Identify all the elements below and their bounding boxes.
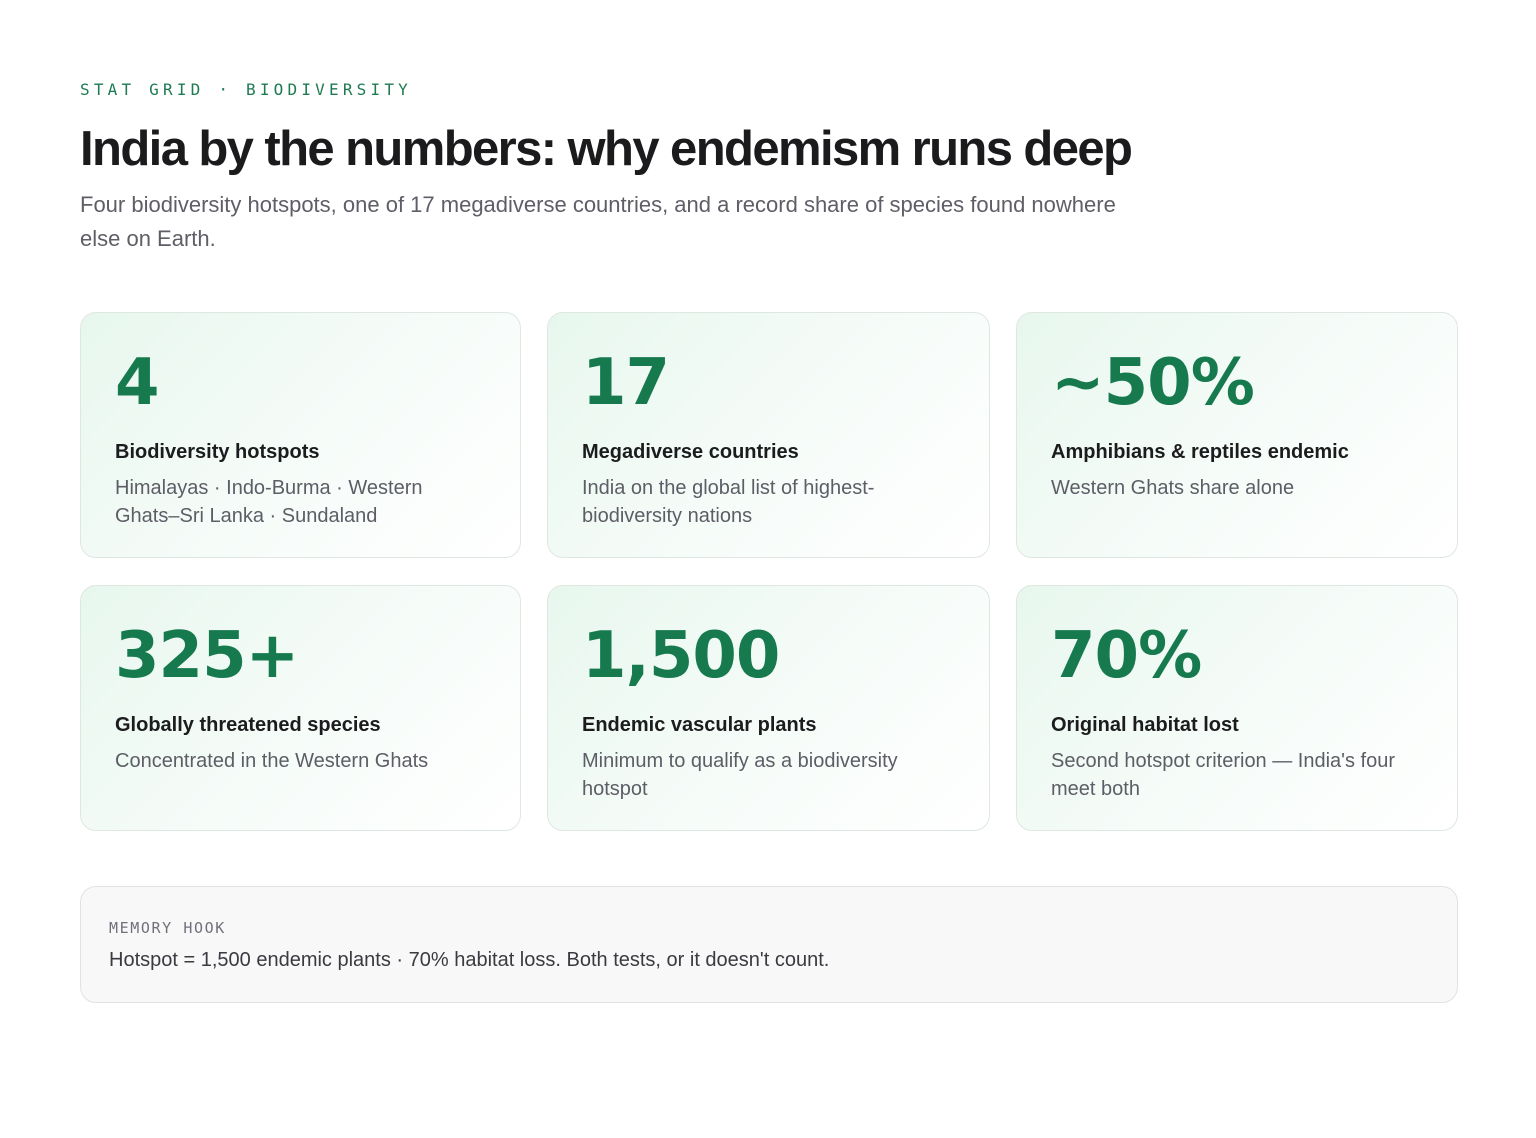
stat-value: 325+ <box>115 619 299 693</box>
stat-card-threatened-species: 325+ Globally threatened species Concent… <box>80 585 521 831</box>
stat-value: 4 <box>115 346 160 420</box>
stat-label: Original habitat lost <box>1051 714 1239 736</box>
stat-label: Biodiversity hotspots <box>115 441 320 463</box>
stat-value: 17 <box>582 346 670 420</box>
stat-card-habitat-lost: 70% Original habitat lost Second hotspot… <box>1016 585 1458 831</box>
memory-hook-label: MEMORY HOOK <box>109 919 226 937</box>
stat-grid: 4 Biodiversity hotspots Himalayas · Indo… <box>80 312 1458 831</box>
stat-card-endemic-plants: 1,500 Endemic vascular plants Minimum to… <box>547 585 990 831</box>
page-subtitle: Four biodiversity hotspots, one of 17 me… <box>80 192 1116 251</box>
stat-description: Western Ghats share alone <box>1051 477 1295 499</box>
stat-label: Globally threatened species <box>115 714 381 736</box>
stat-label: Endemic vascular plants <box>582 714 817 736</box>
stat-description: Minimum to qualify as a biodiversity hot… <box>582 750 898 800</box>
memory-hook-text: Hotspot = 1,500 endemic plants · 70% hab… <box>109 949 830 971</box>
stat-card-megadiverse: 17 Megadiverse countries India on the gl… <box>547 312 990 558</box>
stat-description: India on the global list of highest-biod… <box>582 477 875 527</box>
stat-label: Megadiverse countries <box>582 441 799 463</box>
stat-label: Amphibians & reptiles endemic <box>1051 441 1349 463</box>
page-title: India by the numbers: why endemism runs … <box>80 122 1133 176</box>
stat-card-endemic-amphibians: ~50% Amphibians & reptiles endemic Weste… <box>1016 312 1458 558</box>
stat-description: Concentrated in the Western Ghats <box>115 750 429 772</box>
eyebrow-label: STAT GRID · BIODIVERSITY <box>80 80 412 99</box>
stat-description: Himalayas · Indo-Burma · Western Ghats–S… <box>115 477 423 527</box>
stat-value: 70% <box>1051 619 1202 693</box>
stat-value: ~50% <box>1051 346 1255 420</box>
memory-hook-box: MEMORY HOOK Hotspot = 1,500 endemic plan… <box>80 886 1458 1003</box>
stat-value: 1,500 <box>582 619 780 693</box>
stat-card-hotspots: 4 Biodiversity hotspots Himalayas · Indo… <box>80 312 521 558</box>
stat-description: Second hotspot criterion — India's four … <box>1051 750 1396 800</box>
